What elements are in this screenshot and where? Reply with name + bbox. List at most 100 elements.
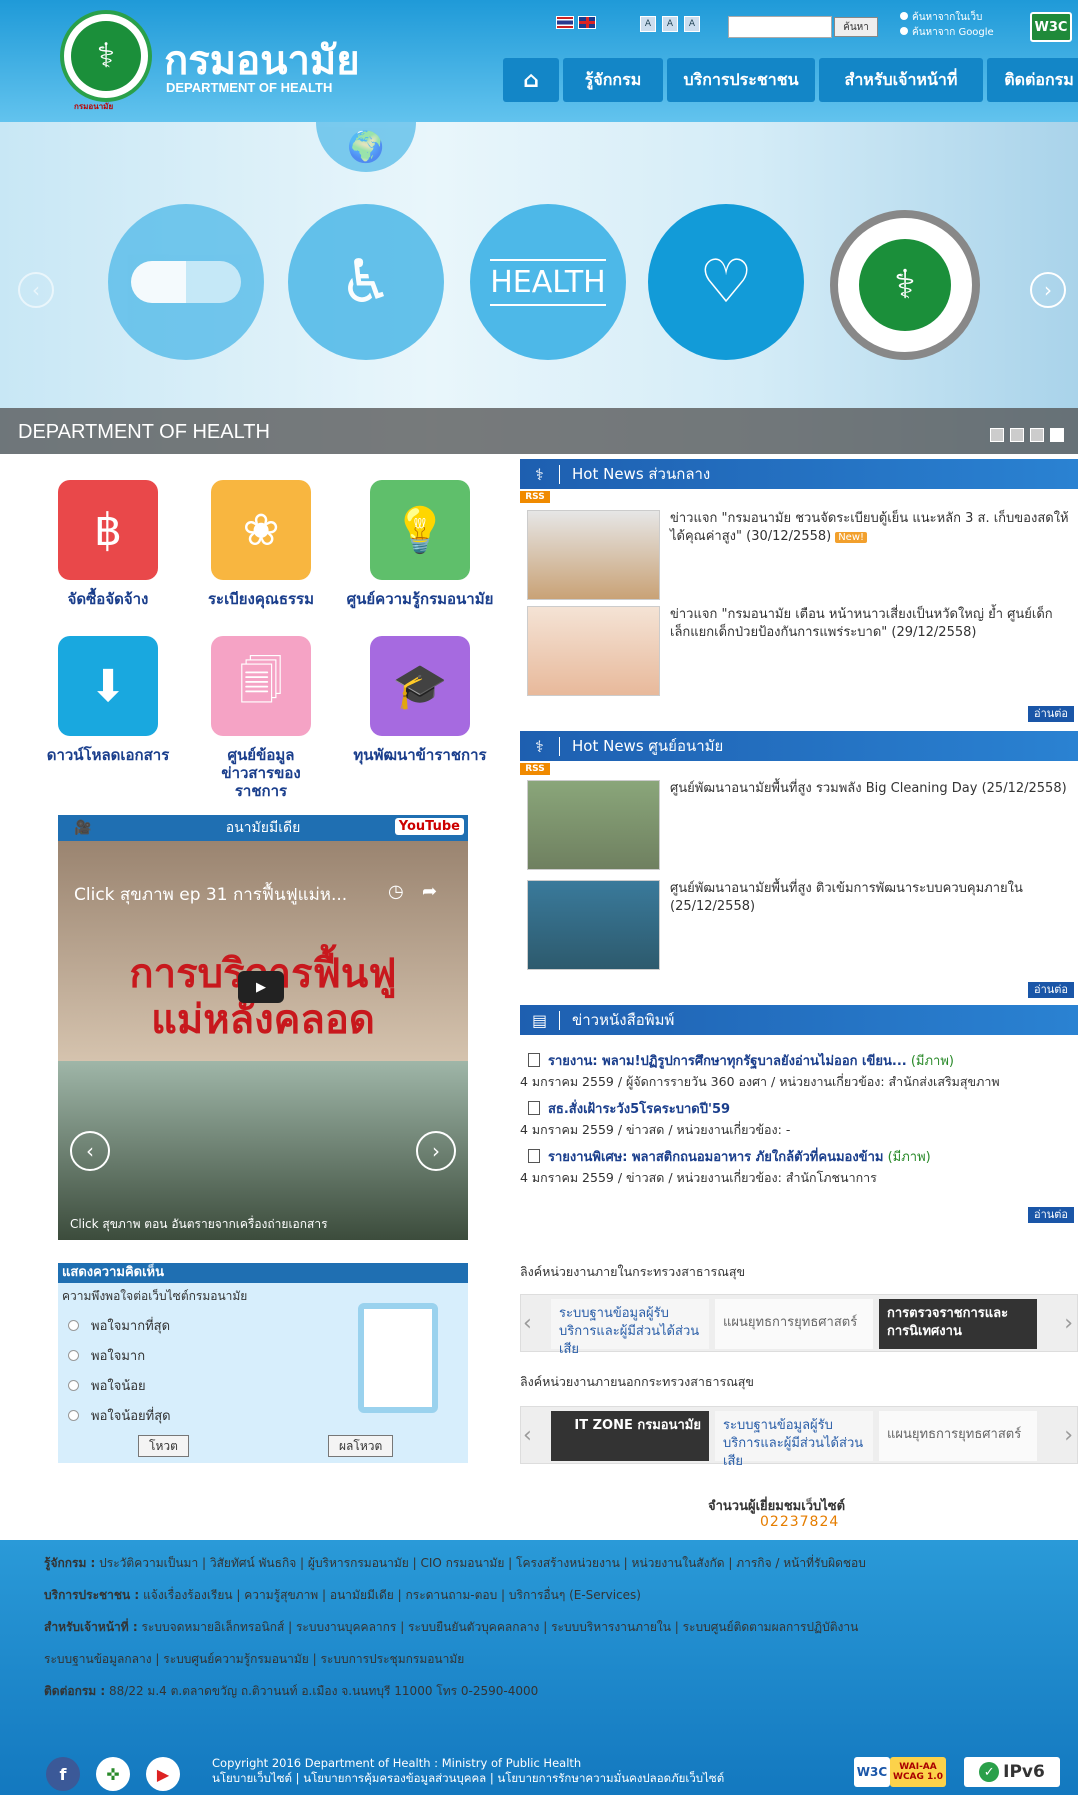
- news-title[interactable]: ศูนย์พัฒนาอนามัยพื้นที่สูง ติวเข้มการพัฒ…: [670, 881, 1023, 914]
- quick-link-info-center[interactable]: 🗐 ศูนย์ข้อมูลข่าวสารของราชการ: [186, 636, 336, 800]
- news-thumbnail-training[interactable]: [527, 880, 660, 970]
- press-item[interactable]: สธ.สั่งเฝ้าระวัง5โรคระบาดปี'59 4 มกราคม …: [520, 1100, 1078, 1140]
- youtube-icon[interactable]: ▶: [146, 1757, 180, 1791]
- photo-tag: (มีภาพ): [887, 1150, 931, 1165]
- play-button[interactable]: ▶: [238, 971, 284, 1003]
- footer-links[interactable]: ประวัติความเป็นมา | วิสัยทัศน์ พันธกิจ |…: [99, 1556, 866, 1570]
- video-frame[interactable]: Click สุขภาพ ep 31 การฟื้นฟูแม่ห... การบ…: [58, 841, 468, 1061]
- search-google-option[interactable]: ค้นหาจาก Google: [900, 25, 994, 40]
- download-folder-icon: ⬇: [58, 636, 158, 736]
- wcag-badge[interactable]: WAI-AA WCAG 1.0: [890, 1757, 946, 1787]
- footer-contact: ติดต่อกรม : 88/22 ม.4 ต.ตลาดขวัญ ถ.ติวาน…: [44, 1683, 538, 1699]
- media-prev-button[interactable]: ‹: [70, 1131, 110, 1171]
- news-title[interactable]: ศูนย์พัฒนาอนามัยพื้นที่สูง รวมพลัง Big C…: [670, 781, 1067, 796]
- home-button[interactable]: ⌂: [503, 58, 559, 102]
- facebook-icon[interactable]: f: [46, 1757, 80, 1791]
- youtube-logo[interactable]: YouTube: [394, 818, 464, 835]
- w3c-badge[interactable]: W3C: [854, 1757, 890, 1787]
- slide-dot-active[interactable]: [1050, 428, 1064, 442]
- share-icon[interactable]: ➦: [422, 881, 437, 902]
- link-banner[interactable]: ระบบฐานข้อมูลผู้รับบริการและผู้มีส่วนได้…: [715, 1411, 873, 1469]
- read-more-button[interactable]: อ่านต่อ: [1028, 982, 1074, 998]
- w3c-badge[interactable]: W3C: [1030, 12, 1072, 42]
- news-item[interactable]: ศูนย์พัฒนาอนามัยพื้นที่สูง ติวเข้มการพัฒ…: [670, 880, 1070, 916]
- nav-for-staff[interactable]: สำหรับเจ้าหน้าที่: [819, 58, 983, 102]
- nav-contact[interactable]: ติดต่อกรม: [987, 58, 1078, 102]
- video-title[interactable]: Click สุขภาพ ep 31 การฟื้นฟูแม่ห...: [74, 881, 347, 908]
- rss-icon[interactable]: RSS: [520, 763, 550, 775]
- read-more-button[interactable]: อ่านต่อ: [1028, 706, 1074, 722]
- press-title[interactable]: รายงานพิเศษ: พลาสติกถนอมอาหาร ภัยใกล้ตัว…: [548, 1150, 883, 1165]
- carousel-next-icon[interactable]: ›: [1064, 1423, 1073, 1448]
- press-item[interactable]: รายงานพิเศษ: พลาสติกถนอมอาหาร ภัยใกล้ตัว…: [520, 1148, 1078, 1188]
- quick-link-scholarships[interactable]: 🎓 ทุนพัฒนาข้าราชการ: [340, 636, 500, 764]
- search-button[interactable]: ค้นหา: [834, 17, 878, 37]
- news-thumbnail-child[interactable]: [527, 606, 660, 696]
- footer-links[interactable]: ระบบฐานข้อมูลกลาง | ระบบศูนย์ความรู้กรมอ…: [44, 1652, 464, 1666]
- search-input[interactable]: [728, 16, 832, 38]
- ipv6-badge[interactable]: ✓ IPv6: [964, 1757, 1060, 1787]
- news-item[interactable]: ข่าวแจก "กรมอนามัย เตือน หน้าหนาวเสี่ยงเ…: [670, 606, 1070, 642]
- carousel-next-icon[interactable]: ›: [1064, 1311, 1073, 1336]
- carousel-prev-icon[interactable]: ‹: [523, 1311, 532, 1336]
- media-next-button[interactable]: ›: [416, 1131, 456, 1171]
- press-title[interactable]: รายงาน: พลาม!ปฏิรูปการศึกษาทุกรัฐบาลยังอ…: [548, 1054, 907, 1069]
- slide-dot[interactable]: [990, 428, 1004, 442]
- uk-flag-icon[interactable]: [578, 16, 596, 29]
- quick-link-procurement[interactable]: ฿ จัดซื้อจัดจ้าง: [33, 480, 183, 608]
- slide-dot[interactable]: [1010, 428, 1024, 442]
- footer-staff-links: สำหรับเจ้าหน้าที่ : ระบบจดหมายอิเล็กทรอน…: [44, 1619, 858, 1635]
- thai-flag-icon[interactable]: [556, 16, 574, 29]
- section-title: Hot News ศูนย์อนามัย: [572, 737, 724, 755]
- news-title[interactable]: ข่าวแจก "กรมอนามัย เตือน หน้าหนาวเสี่ยงเ…: [670, 607, 1053, 640]
- quick-link-label: จัดซื้อจัดจ้าง: [67, 590, 149, 608]
- carousel-prev-icon[interactable]: ‹: [523, 1423, 532, 1448]
- stethoscope-logo: ⚕: [830, 210, 980, 360]
- vote-button[interactable]: โหวต: [138, 1435, 189, 1457]
- quick-link-downloads[interactable]: ⬇ ดาวน์โหลดเอกสาร: [33, 636, 183, 764]
- news-thumbnail-cleaning[interactable]: [527, 780, 660, 870]
- radio-icon[interactable]: [68, 1319, 79, 1331]
- link-banner[interactable]: IT ZONE กรมอนามัย: [551, 1411, 709, 1461]
- clock-icon[interactable]: ◷: [388, 881, 404, 902]
- prev-slide-button[interactable]: ‹: [18, 272, 54, 308]
- media-slide-image[interactable]: ‹ › Click สุขภาพ ตอน อันตรายจากเครื่องถ่…: [58, 1061, 468, 1240]
- search-site-option[interactable]: ค้นหาจากในเว็บ: [900, 10, 994, 25]
- media-slide-caption[interactable]: Click สุขภาพ ตอน อันตรายจากเครื่องถ่ายเอ…: [70, 1215, 328, 1234]
- rss-icon[interactable]: RSS: [520, 491, 550, 503]
- policy-links[interactable]: นโยบายเว็บไซต์ | นโยบายการคุ้มครองข้อมูล…: [212, 1771, 724, 1786]
- brand-name-english[interactable]: DEPARTMENT OF HEALTH: [166, 80, 332, 95]
- next-slide-button[interactable]: ›: [1030, 272, 1066, 308]
- radio-icon[interactable]: [68, 1409, 79, 1421]
- footer-links[interactable]: แจ้งเรื่องร้องเรียน | ความรู้สุขภาพ | อน…: [143, 1588, 641, 1602]
- department-logo[interactable]: ⚕: [60, 10, 152, 102]
- footer-label: ติดต่อกรม :: [44, 1684, 106, 1698]
- news-item[interactable]: ข่าวแจก "กรมอนามัย ชวนจัดระเบียบตู้เย็น …: [670, 510, 1070, 547]
- news-item[interactable]: ศูนย์พัฒนาอนามัยพื้นที่สูง รวมพลัง Big C…: [670, 780, 1070, 798]
- news-thumbnail-fridge[interactable]: [527, 510, 660, 600]
- nav-about[interactable]: รู้จักกรม: [563, 58, 663, 102]
- radio-icon: [900, 27, 908, 35]
- radio-icon[interactable]: [68, 1349, 79, 1361]
- press-item[interactable]: รายงาน: พลาม!ปฏิรูปการศึกษาทุกรัฐบาลยังอ…: [520, 1052, 1078, 1092]
- vote-results-button[interactable]: ผลโหวต: [328, 1435, 394, 1457]
- nav-public-services[interactable]: บริการประชาชน: [667, 58, 815, 102]
- maps-icon[interactable]: ✜: [96, 1757, 130, 1791]
- read-more-button[interactable]: อ่านต่อ: [1028, 1207, 1074, 1223]
- font-size-small-button[interactable]: A: [640, 16, 656, 32]
- quick-link-ethics[interactable]: ❀ ระเบียงคุณธรรม: [186, 480, 336, 608]
- font-size-medium-button[interactable]: A: [662, 16, 678, 32]
- slide-dot[interactable]: [1030, 428, 1044, 442]
- link-banner[interactable]: การตรวจราชการและการนิเทศงาน: [879, 1299, 1037, 1349]
- press-title[interactable]: สธ.สั่งเฝ้าระวัง5โรคระบาดปี'59: [548, 1102, 730, 1117]
- media-bar: 🎥 อนามัยมีเดีย YouTube: [58, 815, 468, 841]
- footer-links[interactable]: ระบบจดหมายอิเล็กทรอนิกส์ | ระบบงานบุคคลา…: [141, 1620, 858, 1634]
- link-banner[interactable]: แผนยุทธการยุทธศาสตร์: [879, 1411, 1037, 1461]
- section-title: ข่าวหนังสือพิมพ์: [572, 1011, 675, 1029]
- link-banner[interactable]: แผนยุทธการยุทธศาสตร์: [715, 1299, 873, 1349]
- font-size-large-button[interactable]: A: [684, 16, 700, 32]
- quick-link-knowledge[interactable]: 💡 ศูนย์ความรู้กรมอนามัย: [340, 480, 500, 608]
- news-title[interactable]: ข่าวแจก "กรมอนามัย ชวนจัดระเบียบตู้เย็น …: [670, 511, 1069, 544]
- link-banner[interactable]: ระบบฐานข้อมูลผู้รับบริการและผู้มีส่วนได้…: [551, 1299, 709, 1357]
- radio-icon[interactable]: [68, 1379, 79, 1391]
